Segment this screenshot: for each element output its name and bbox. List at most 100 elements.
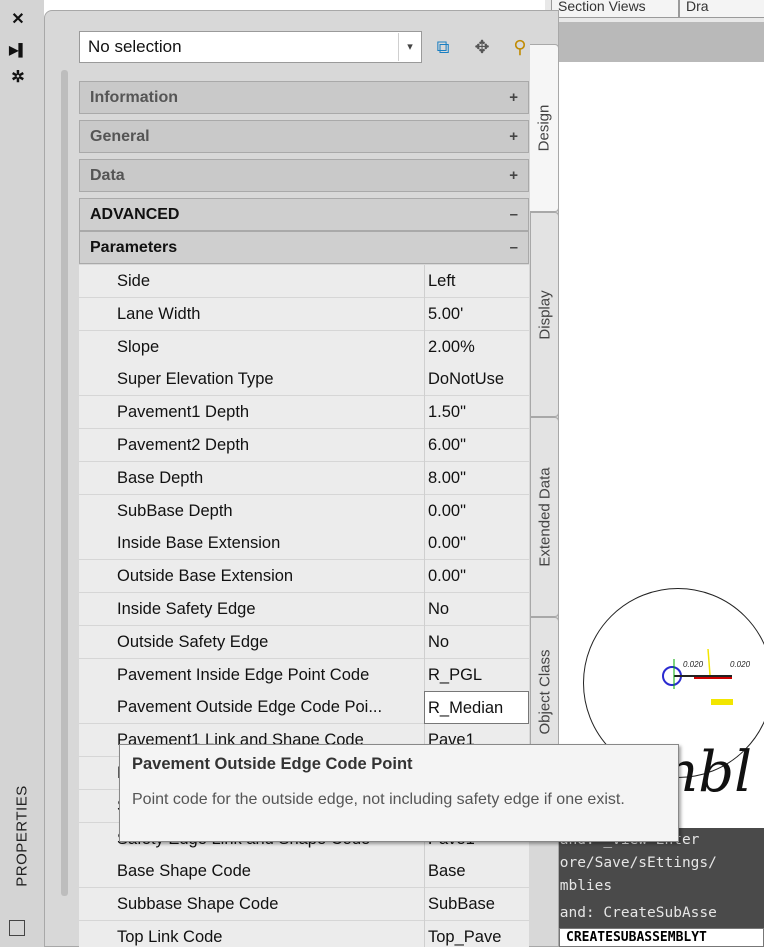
collapse-icon[interactable]: – [510,199,518,230]
category-general[interactable]: General + [79,120,529,153]
category-parameters[interactable]: Parameters – [79,231,529,264]
property-row[interactable]: Slope 2.00% [79,330,529,364]
property-value[interactable]: 0.00" [424,527,529,561]
toggle-pickadd-icon[interactable]: ⚲ [508,35,532,59]
property-value[interactable]: 1.50" [424,396,529,430]
property-row[interactable]: Lane Width 5.00' [79,297,529,331]
tab-design[interactable]: Design [530,44,559,212]
category-label: Parameters [90,239,178,256]
property-name: Pavement Outside Edge Code Poi... [117,698,383,717]
property-row[interactable]: Pavement Outside Edge Code Poi... R_Media… [79,691,529,725]
property-name: Inside Base Extension [117,534,281,553]
property-value[interactable]: SubBase [424,888,529,922]
palette-title-bar[interactable]: ✕ ▶▌ ✲ PROPERTIES [0,0,44,947]
property-value[interactable]: 0.00" [424,494,529,528]
property-row[interactable]: Inside Base Extension 0.00" [79,527,529,561]
property-value[interactable]: R_Median [424,691,529,725]
property-value[interactable]: Top_Pave [424,921,529,947]
property-value[interactable]: 8.00" [424,461,529,495]
property-name: Slope [117,337,160,356]
property-row[interactable]: Super Elevation Type DoNotUse [79,363,529,397]
property-name: Subbase Shape Code [117,895,279,914]
command-input[interactable]: CREATESUBASSEMBLYT [559,928,764,947]
expand-icon[interactable]: + [509,82,518,113]
expand-icon[interactable]: + [509,121,518,152]
select-objects-icon[interactable]: ✥ [470,35,494,59]
property-name: Super Elevation Type [117,370,274,389]
property-row[interactable]: Inside Safety Edge No [79,593,529,626]
property-name: Side [117,272,151,290]
property-row[interactable]: Outside Base Extension 0.00" [79,560,529,594]
palette-title: PROPERTIES [13,785,31,887]
property-row[interactable]: SubBase Depth 0.00" [79,494,529,528]
property-name: Pavement2 Depth [117,436,250,454]
properties-icon[interactable] [9,920,25,936]
property-row[interactable]: Base Depth 8.00" [79,461,529,495]
marker-label: 0.020 [730,660,751,669]
tooltip-description: Point code for the outside edge, not inc… [132,791,625,808]
property-row[interactable]: Pavement1 Depth 1.50" [79,396,529,430]
expand-icon[interactable]: + [509,160,518,191]
command-line: core/Save/sEttings/ [551,855,717,871]
property-value[interactable]: 2.00% [424,330,529,364]
property-value[interactable]: 0.00" [424,560,529,594]
property-row[interactable]: Pavement Inside Edge Point Code R_PGL [79,658,529,692]
property-name: Base Shape Code [117,862,251,881]
command-line: nand: CreateSubAsse [551,905,717,921]
background-tab-strip: Section Views Dra [545,0,764,22]
tab-label: Extended Data [536,467,553,567]
property-row[interactable]: Pavement2 Depth 6.00" [79,429,529,462]
property-tooltip: Pavement Outside Edge Code Point Point c… [119,744,679,842]
property-name: Inside Safety Edge [117,600,256,618]
property-value[interactable]: Left [424,265,529,298]
property-value[interactable]: 5.00' [424,297,529,331]
property-value[interactable]: No [424,593,529,626]
property-row[interactable]: Subbase Shape Code SubBase [79,888,529,922]
property-row[interactable]: Base Shape Code Base [79,855,529,889]
tab-label: Object Class [536,649,553,735]
category-label: ADVANCED [90,206,180,223]
tab-display[interactable]: Display [530,212,559,417]
parameter-list: Side Left Lane Width 5.00' Slope 2.00% Super E… [79,265,529,947]
marker-label: 0.020 [683,660,704,669]
property-value[interactable]: 6.00" [424,429,529,462]
property-name: Base Depth [117,468,204,487]
collapse-icon[interactable]: – [510,232,518,263]
background-toolbar-strip [545,22,764,62]
category-label: Information [90,89,178,106]
selection-dropdown[interactable]: No selection [79,31,422,63]
close-icon[interactable]: ✕ [8,10,28,30]
property-value[interactable]: DoNotUse [424,363,529,397]
property-name: Outside Safety Edge [117,632,269,651]
panel-scrollbar[interactable] [61,70,68,896]
property-name: SubBase Depth [117,501,233,520]
auto-hide-icon[interactable]: ▶▌ [8,40,28,60]
property-row[interactable]: Side Left [79,265,529,298]
property-value[interactable]: R_PGL [424,658,529,692]
palette-settings-icon[interactable]: ✲ [8,68,28,88]
category-label: General [90,128,150,145]
property-value[interactable]: No [424,625,529,659]
property-row[interactable]: Outside Safety Edge No [79,625,529,659]
tab-drawing[interactable]: Dra [679,0,764,18]
category-label: Data [90,167,125,184]
tab-extended-data[interactable]: Extended Data [530,417,559,617]
property-value[interactable]: Base [424,855,529,889]
chevron-down-icon[interactable]: ▾ [398,33,421,61]
quick-select-icon[interactable]: ⧉ [431,35,455,59]
property-row[interactable]: Top Link Code Top_Pave [79,921,529,947]
tooltip-title: Pavement Outside Edge Code Point [132,755,413,773]
tab-section-views[interactable]: Section Views [551,0,679,18]
selection-value: No selection [88,37,182,56]
tab-label: Design [535,104,553,152]
property-name: Top Link Code [117,928,223,946]
property-name: Pavement1 Depth [117,403,250,422]
tab-label: Display [536,289,553,340]
category-information[interactable]: Information + [79,81,529,114]
category-data[interactable]: Data + [79,159,529,192]
property-name: Lane Width [117,304,201,323]
property-name: Outside Base Extension [117,567,294,586]
command-line: emblies [551,878,613,894]
category-advanced[interactable]: ADVANCED – [79,198,529,231]
property-name: Pavement Inside Edge Point Code [117,665,370,684]
